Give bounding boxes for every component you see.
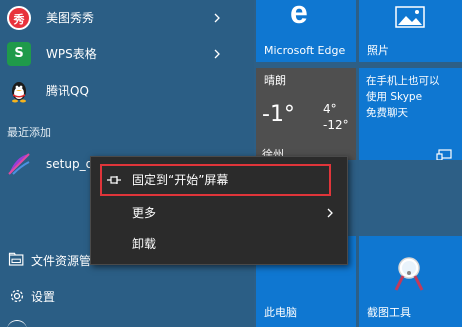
edge-icon: e <box>290 0 308 30</box>
app-label-qq: 腾讯QQ <box>46 84 89 98</box>
weather-current-temp: -1° <box>262 102 295 127</box>
menu-item-uninstall[interactable]: 卸载 <box>91 229 347 259</box>
settings-label: 设置 <box>31 290 56 304</box>
file-explorer-icon <box>8 252 24 266</box>
app-item-meitu[interactable]: 秀 美图秀秀 <box>0 0 254 36</box>
meitu-icon-glyph: 秀 <box>13 13 25 26</box>
weather-low-temp: -12° <box>323 118 349 132</box>
tile-skype[interactable]: 在手机上也可以 使用 Skype 免费聊天 <box>359 68 462 160</box>
skype-line-1: 在手机上也可以 <box>366 75 440 87</box>
app-label-wps: WPS表格 <box>46 47 97 61</box>
photos-icon <box>395 6 425 28</box>
app-label-meitu: 美图秀秀 <box>46 11 95 25</box>
tile-label-edge: Microsoft Edge <box>264 44 346 57</box>
tile-photos[interactable]: 照片 <box>359 0 462 62</box>
chevron-right-icon[interactable] <box>212 12 222 24</box>
app-label-setup: setup_d <box>46 157 94 171</box>
skype-message-icon <box>436 149 452 160</box>
power-icon[interactable] <box>7 320 27 327</box>
tile-label-photos: 照片 <box>367 44 389 57</box>
context-menu: 固定到“开始”屏幕 更多 卸载 <box>90 156 348 265</box>
tile-microsoft-edge[interactable]: e Microsoft Edge <box>256 0 356 62</box>
menu-label-more: 更多 <box>132 206 157 220</box>
highlight-box <box>100 164 331 196</box>
settings-item[interactable]: 设置 <box>0 278 254 314</box>
tile-label-this-pc: 此电脑 <box>264 306 297 319</box>
tile-snipping-tool[interactable]: 截图工具 <box>359 236 462 327</box>
snipping-tool-icon <box>394 257 424 291</box>
wps-spreadsheet-icon: S <box>7 42 31 66</box>
app-item-qq[interactable]: 腾讯QQ <box>0 73 254 109</box>
chevron-right-icon <box>327 208 333 218</box>
gear-icon <box>10 289 24 303</box>
skype-line-2: 使用 Skype <box>366 91 423 103</box>
app-item-wps-spreadsheet[interactable]: S WPS表格 <box>0 36 254 72</box>
tile-label-snipping-tool: 截图工具 <box>367 306 411 319</box>
meitu-xiuxiu-icon: 秀 <box>7 6 31 30</box>
menu-label-uninstall: 卸载 <box>132 237 157 251</box>
setup-installer-icon <box>8 153 30 175</box>
menu-item-more[interactable]: 更多 <box>91 198 347 228</box>
weather-condition: 晴朗 <box>264 74 286 87</box>
skype-line-3: 免费聊天 <box>366 107 408 119</box>
wps-icon-glyph: S <box>14 46 24 61</box>
recently-added-header: 最近添加 <box>7 126 51 139</box>
chevron-right-icon[interactable] <box>212 48 222 60</box>
tile-weather[interactable]: 晴朗 -1° 4° -12° 徐州 <box>256 68 356 160</box>
file-explorer-label: 文件资源管 <box>31 254 92 268</box>
qq-penguin-icon <box>12 82 26 103</box>
weather-high-temp: 4° <box>323 102 337 116</box>
